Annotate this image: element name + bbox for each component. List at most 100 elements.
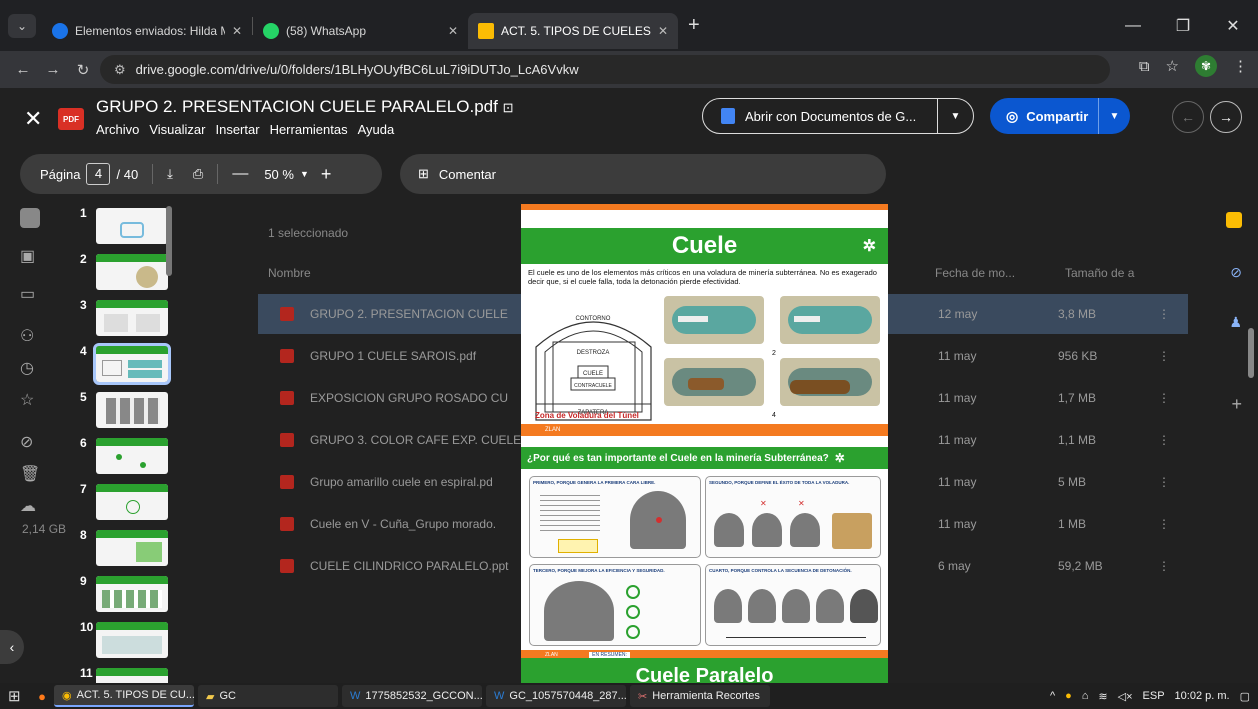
thumb-number: 11	[80, 666, 93, 680]
recent-icon[interactable]: ◷	[20, 358, 40, 378]
install-icon[interactable]: ⧉	[1139, 58, 1150, 75]
zoom-dropdown-icon[interactable]: ▼	[300, 169, 309, 179]
clock[interactable]: 10:02 p. m.	[1175, 690, 1230, 702]
minimize-icon[interactable]: —	[1108, 17, 1158, 35]
volume-icon[interactable]: ◁×	[1118, 690, 1133, 703]
taskbar-folder[interactable]: ▰ GC	[198, 685, 338, 707]
drive-icon[interactable]: ▭	[20, 284, 40, 304]
cloud-icon[interactable]: ☁	[20, 496, 40, 516]
prev-file-icon[interactable]: ←	[1172, 101, 1204, 133]
taskbar-word-1[interactable]: W 1775852532_GCCON...	[342, 685, 482, 707]
taskbar-snipping[interactable]: ✂ Herramienta Recortes	[630, 685, 770, 707]
restore-icon[interactable]: ❐	[1158, 16, 1208, 36]
thumbnail-page[interactable]: 11	[76, 666, 176, 683]
viewer-scrollbar[interactable]	[1248, 328, 1254, 378]
menu-herramientas[interactable]: Herramientas	[270, 122, 348, 137]
bookmark-star-icon[interactable]: ☆	[1166, 57, 1179, 75]
thumb-image	[96, 254, 168, 290]
weather-icon[interactable]: ●	[1065, 690, 1072, 702]
add-addon-icon[interactable]: +	[1231, 394, 1242, 415]
whatsapp-icon	[263, 22, 279, 39]
close-window-icon[interactable]: ✕	[1208, 16, 1258, 36]
row-menu-icon[interactable]: ⋮	[1158, 349, 1170, 363]
contacts-icon[interactable]: ♟	[1229, 314, 1242, 331]
thumbnail-page[interactable]: 10	[76, 620, 176, 660]
language-indicator[interactable]: ESP	[1143, 690, 1165, 702]
thumbnail-page[interactable]: 1	[76, 206, 176, 246]
taskbar-chrome[interactable]: ◉ ACT. 5. TIPOS DE CU...	[54, 685, 194, 707]
thumbnail-page[interactable]: 7	[76, 482, 176, 522]
why-title: ¿Por qué es tan importante el Cuele en l…	[521, 447, 888, 469]
thumbnail-page-selected[interactable]: 4	[76, 343, 176, 385]
row-menu-icon[interactable]: ⋮	[1158, 433, 1170, 447]
wifi-icon[interactable]: ≋	[1098, 690, 1107, 703]
tasks-icon[interactable]: ⊘	[1230, 264, 1242, 281]
notifications-icon[interactable]: ▢	[1240, 690, 1250, 703]
tab-close-icon[interactable]: ✕	[448, 24, 458, 38]
row-menu-icon[interactable]: ⋮	[1158, 559, 1170, 573]
menu-ayuda[interactable]: Ayuda	[358, 122, 395, 137]
next-file-icon[interactable]: →	[1210, 101, 1242, 133]
new-tab-button[interactable]: +	[688, 14, 700, 37]
address-bar-row: ← → ↻ ⚙ drive.google.com/drive/u/0/folde…	[0, 51, 1258, 88]
site-info-icon[interactable]: ⚙	[114, 62, 126, 78]
open-with-dropdown-icon[interactable]: ▼	[937, 99, 973, 133]
page-number-input[interactable]: 4	[86, 163, 111, 185]
share-button[interactable]: ◎ Compartir ▼	[990, 98, 1130, 134]
url-field[interactable]: ⚙ drive.google.com/drive/u/0/folders/1BL…	[100, 55, 1110, 84]
tab-search-button[interactable]: ⌄	[8, 13, 36, 38]
menu-kebab-icon[interactable]: ⋮	[1233, 57, 1248, 75]
zoom-in-icon[interactable]: +	[321, 164, 332, 185]
close-viewer-icon[interactable]: ✕	[24, 106, 42, 132]
thumbnail-page[interactable]: 2	[76, 252, 176, 292]
start-icon[interactable]: ⊞	[8, 687, 30, 705]
thumbnail-page[interactable]: 9	[76, 574, 176, 614]
tab-drive[interactable]: ACT. 5. TIPOS DE CUELES - Goo ✕	[468, 12, 678, 49]
thumbnail-page[interactable]: 5	[76, 390, 176, 430]
row-menu-icon[interactable]: ⋮	[1158, 391, 1170, 405]
row-menu-icon[interactable]: ⋮	[1158, 517, 1170, 531]
row-menu-icon[interactable]: ⋮	[1158, 307, 1170, 321]
thumb-number: 9	[80, 574, 87, 588]
row-menu-icon[interactable]: ⋮	[1158, 475, 1170, 489]
tab-outlook[interactable]: Elementos enviados: Hilda Mary ✕	[42, 13, 252, 49]
menu-insertar[interactable]: Insertar	[215, 122, 259, 137]
thumbnail-scrollbar[interactable]	[166, 206, 172, 276]
tray-chevron-icon[interactable]: ^	[1050, 690, 1055, 702]
comment-bar[interactable]: ⊞ Comentar	[400, 154, 886, 194]
starred-icon[interactable]: ☆	[20, 390, 40, 410]
tab-whatsapp[interactable]: (58) WhatsApp ✕	[253, 13, 468, 49]
thumbnail-page[interactable]: 6	[76, 436, 176, 476]
move-to-folder-icon[interactable]: ⊡	[503, 100, 514, 115]
zoom-level[interactable]: 50 %	[264, 167, 294, 182]
taskbar-label: Herramienta Recortes	[652, 690, 760, 702]
forward-icon[interactable]: →	[38, 61, 68, 78]
device-icon[interactable]: ▣	[20, 246, 40, 266]
share-dropdown-icon[interactable]: ▼	[1098, 98, 1130, 134]
menu-visualizar[interactable]: Visualizar	[149, 122, 205, 137]
system-tray: ^ ● ⌂ ≋ ◁× ESP 10:02 p. m. ▢	[1050, 683, 1250, 709]
firefox-icon[interactable]: ●	[30, 689, 54, 704]
pic-number: 2	[772, 350, 776, 357]
tab-close-icon[interactable]: ✕	[232, 24, 242, 38]
network-icon[interactable]: ⌂	[1082, 690, 1089, 702]
photo-icon[interactable]	[20, 208, 40, 228]
shared-icon[interactable]: ⚇	[20, 326, 40, 346]
reload-icon[interactable]: ↻	[68, 61, 98, 79]
tab-close-icon[interactable]: ✕	[658, 24, 668, 38]
print-icon[interactable]: ⎙	[193, 166, 203, 182]
keep-icon[interactable]	[1226, 212, 1242, 228]
menu-archivo[interactable]: Archivo	[96, 122, 139, 137]
trash-icon[interactable]: 🗑	[20, 464, 40, 484]
thumbnail-page[interactable]: 3	[76, 298, 176, 338]
file-date: 11 may	[938, 391, 977, 405]
zoom-out-icon[interactable]: —	[232, 165, 248, 183]
pdf-file-icon	[280, 391, 294, 405]
back-icon[interactable]: ←	[8, 61, 38, 78]
spam-icon[interactable]: ⊘	[20, 432, 40, 452]
profile-avatar[interactable]: ✾	[1195, 55, 1217, 77]
taskbar-word-2[interactable]: W GC_1057570448_287...	[486, 685, 626, 707]
download-icon[interactable]: ⤓	[167, 166, 173, 182]
thumbnail-page[interactable]: 8	[76, 528, 176, 568]
open-with-button[interactable]: Abrir con Documentos de G... ▼	[702, 98, 974, 134]
